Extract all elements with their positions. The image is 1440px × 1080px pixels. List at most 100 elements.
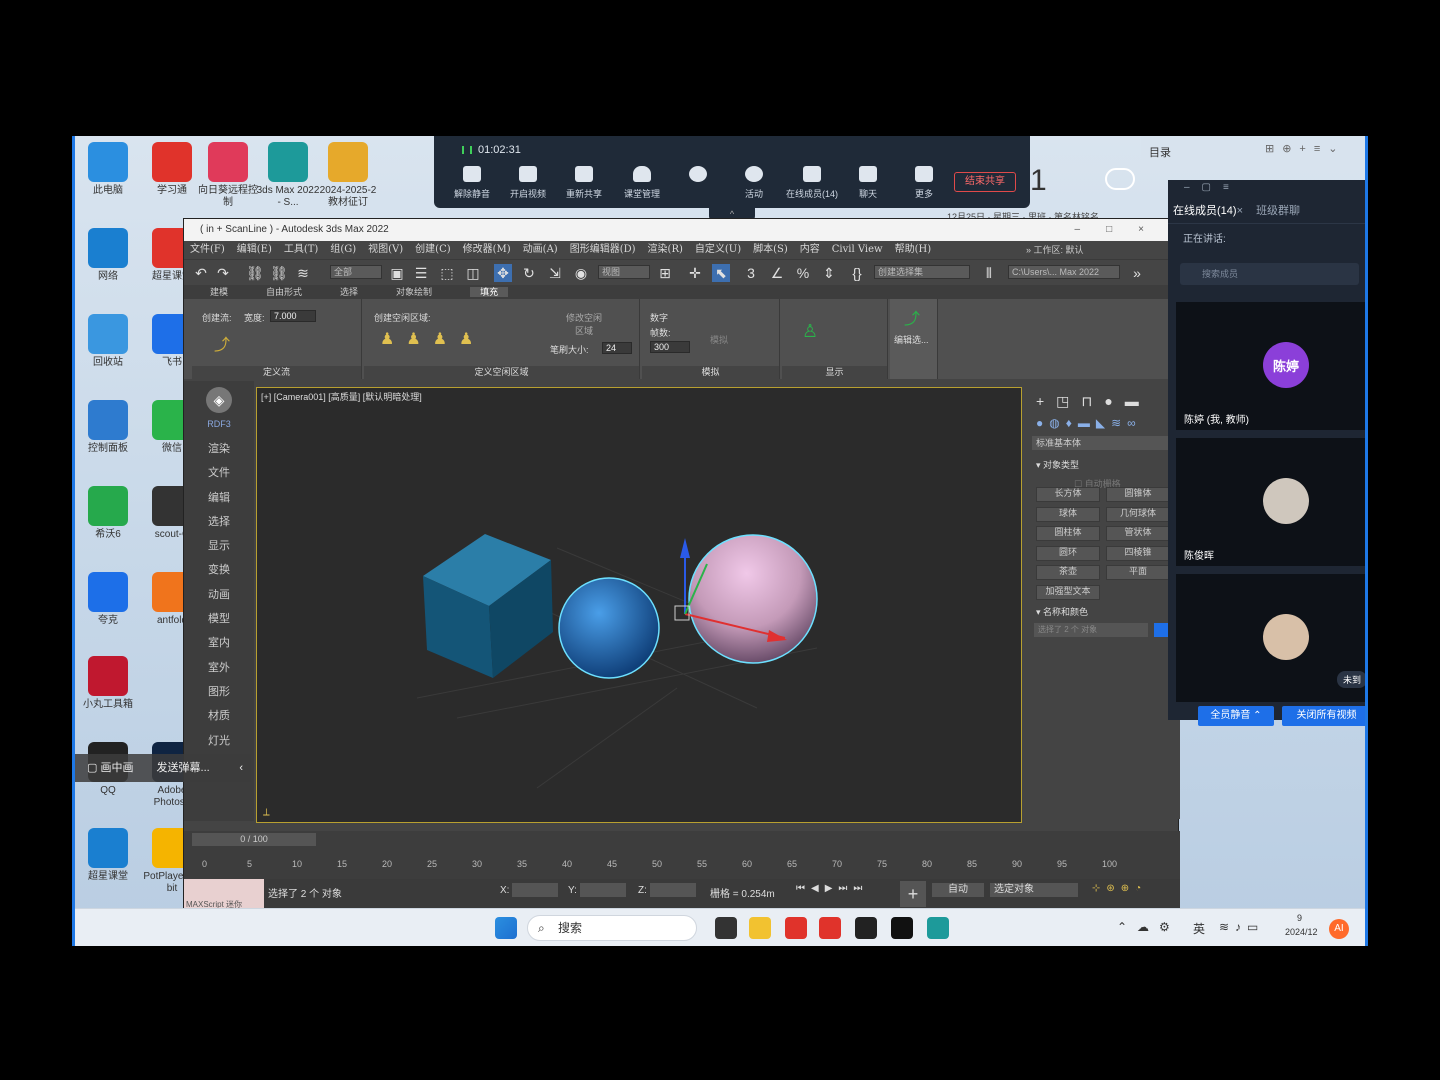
ribbon-tab[interactable]: 建模 xyxy=(210,287,228,297)
object-type-button[interactable]: 圆柱体 xyxy=(1036,526,1100,541)
left-strip-item[interactable]: 材质 xyxy=(184,704,254,728)
viewport-nav-icons[interactable]: ⊹⊛⊕◔ xyxy=(1092,883,1147,894)
menu-item[interactable]: 动画(A) xyxy=(523,244,558,255)
unmute-button[interactable]: 解除静音 xyxy=(442,166,502,200)
cube[interactable] xyxy=(423,534,553,678)
mute-all-button[interactable]: 全员静音 ⌃ xyxy=(1198,706,1274,726)
file-explorer-icon[interactable] xyxy=(749,917,771,939)
playback-controls[interactable]: ⏮◀▶⏭⏭ xyxy=(796,883,868,894)
menu-item[interactable]: Civil View xyxy=(832,244,883,255)
left-strip-item[interactable]: 渲染 xyxy=(184,437,254,461)
menu-item[interactable]: 视图(V) xyxy=(368,244,403,255)
add-key-button[interactable]: + xyxy=(900,881,926,907)
redo-icon[interactable]: ↷ xyxy=(214,264,232,282)
panel-window-controls[interactable]: –▢≡ xyxy=(1184,182,1241,193)
object-type-button[interactable]: 圆环 xyxy=(1036,545,1100,561)
camera-viewport[interactable]: [+] [Camera001] [高质量] [默认明暗处理] ⟂ xyxy=(256,387,1022,823)
create-category-icons[interactable]: ●◍♦▬◣≋∞ xyxy=(1030,414,1180,432)
reshare-button[interactable]: 重新共享 xyxy=(554,166,614,200)
select-object-icon[interactable]: ▣ xyxy=(388,264,406,282)
windows-start-icon[interactable] xyxy=(495,917,517,939)
object-type-button[interactable]: 几何球体 xyxy=(1106,506,1170,522)
spinner-snap-icon[interactable]: ⇕ xyxy=(820,264,838,282)
menu-item[interactable]: 文件(F) xyxy=(190,244,225,255)
menu-item[interactable]: 脚本(S) xyxy=(753,244,788,255)
unlink-icon[interactable]: ⛓ xyxy=(270,264,288,282)
menu-item[interactable]: 帮助(H) xyxy=(895,244,932,255)
ribbon-tab[interactable]: 选择 xyxy=(340,287,358,297)
undo-icon[interactable]: ↶ xyxy=(192,264,210,282)
menu-item[interactable]: 图形编辑器(D) xyxy=(570,244,636,255)
clock-date[interactable]: 2024/12 xyxy=(1285,927,1318,937)
member-tile[interactable]: 未到 xyxy=(1176,574,1365,702)
desktop-icon[interactable]: 回收站 xyxy=(75,314,141,369)
object-type-button[interactable]: 平面 xyxy=(1106,565,1170,580)
named-selection-dropdown[interactable]: 创建选择集 xyxy=(874,265,970,279)
more-button[interactable]: 更多 xyxy=(894,166,954,200)
workspace-selector[interactable]: » 工作区: 默认 xyxy=(1026,243,1084,256)
desktop-icon[interactable]: 超星课堂 xyxy=(75,828,141,883)
left-strip-item[interactable]: 图形 xyxy=(184,680,254,704)
window-crossing-icon[interactable]: ◫ xyxy=(464,264,482,282)
start-video-button[interactable]: 开启视频 xyxy=(498,166,558,200)
menu-item[interactable]: 创建(C) xyxy=(415,244,450,255)
figure-icon[interactable]: ♙ xyxy=(802,321,818,342)
menu-item[interactable]: 工具(T) xyxy=(284,244,318,255)
ribbon-tab[interactable]: 对象绘制 xyxy=(396,287,432,297)
object-type-button[interactable]: 管状体 xyxy=(1106,526,1170,541)
online-members-button[interactable]: 在线成员(14) xyxy=(780,166,844,200)
object-color-swatch[interactable] xyxy=(1154,623,1168,637)
menu-item[interactable]: 自定义(U) xyxy=(695,244,741,255)
ribbon-tab[interactable]: 填充 xyxy=(470,287,509,297)
bind-spacewarp-icon[interactable]: ≋ xyxy=(294,264,312,282)
desktop-icon[interactable]: 此电脑 xyxy=(75,142,141,197)
object-type-button[interactable]: 长方体 xyxy=(1036,487,1100,502)
idle-area-icons[interactable]: ♟♟♟♟ xyxy=(380,329,485,349)
link-icon[interactable]: ⛓ xyxy=(246,264,264,282)
edit-named-sets-icon[interactable]: {} xyxy=(848,264,866,282)
brush-size-input[interactable]: 24 xyxy=(602,342,632,354)
desktop-icon[interactable]: 网络 xyxy=(75,228,141,283)
scale-icon[interactable]: ⇲ xyxy=(546,264,564,282)
command-panel-tabs[interactable]: +◳⊓●▬ xyxy=(1030,389,1180,414)
left-strip-item[interactable]: 室内 xyxy=(184,631,254,655)
maxscript-listener[interactable]: MAXScript 迷你 xyxy=(184,879,264,909)
window-controls[interactable]: –□× xyxy=(1075,219,1170,241)
member-tile[interactable]: 陈婷 陈婷 (我, 教师) xyxy=(1176,302,1365,430)
selection-filter-dropdown[interactable]: 全部 xyxy=(330,265,382,279)
left-strip-item[interactable]: 显示 xyxy=(184,534,254,558)
desktop-icon[interactable]: 控制面板 xyxy=(75,400,141,455)
reference-coord-dropdown[interactable]: 视图 xyxy=(598,265,650,279)
left-strip-item[interactable]: 编辑 xyxy=(184,486,254,510)
danmaku-input[interactable]: 发送弹幕... xyxy=(157,762,210,774)
plugin-logo-icon[interactable]: ◈ xyxy=(206,387,232,413)
close-all-video-button[interactable]: 关闭所有视频 xyxy=(1282,706,1365,726)
move-icon[interactable]: ✥ xyxy=(494,264,512,282)
y-coord-input[interactable] xyxy=(580,883,626,897)
tab-online-members[interactable]: 在线成员(14) xyxy=(1173,205,1237,217)
key-filter-dropdown[interactable]: 选定对象 xyxy=(990,883,1078,897)
z-coord-input[interactable] xyxy=(650,883,696,897)
angle-snap-icon[interactable]: ∠ xyxy=(768,264,786,282)
left-strip-item[interactable]: 选择 xyxy=(184,510,254,534)
x-coord-input[interactable] xyxy=(512,883,558,897)
left-strip-item[interactable]: 动画 xyxy=(184,583,254,607)
collapse-chevron-icon[interactable]: ‹ xyxy=(239,754,243,782)
chat-button[interactable]: 聊天 xyxy=(838,166,898,200)
system-tray-icons[interactable]: ⌃☁⚙ xyxy=(1117,920,1180,934)
object-type-button[interactable]: 球体 xyxy=(1036,506,1100,522)
place-icon[interactable]: ◉ xyxy=(572,264,590,282)
frames-input[interactable]: 300 xyxy=(650,341,690,353)
percent-snap-icon[interactable]: % xyxy=(794,264,812,282)
more-tools-icon[interactable]: » xyxy=(1128,264,1146,282)
ribbon-tab[interactable]: 自由形式 xyxy=(266,287,302,297)
project-path-dropdown[interactable]: C:\Users\... Max 2022 xyxy=(1008,265,1120,279)
select-manipulate-icon[interactable]: ✛ xyxy=(686,264,704,282)
menu-item[interactable]: 编辑(E) xyxy=(237,244,272,255)
chaoxing-icon[interactable] xyxy=(819,917,841,939)
left-strip-item[interactable]: 模型 xyxy=(184,607,254,631)
snap-3d-icon[interactable]: 3 xyxy=(742,264,760,282)
desktop-icon[interactable]: 2024-2025-2 教材征订 xyxy=(315,142,381,209)
timeline-ticks[interactable]: 0 5 10 15 20 25 30 35 40 45 50 55 60 65 70 75 80 85 90 95 10… xyxy=(202,851,1142,873)
member-search-input[interactable]: 搜索成员 xyxy=(1180,263,1359,285)
